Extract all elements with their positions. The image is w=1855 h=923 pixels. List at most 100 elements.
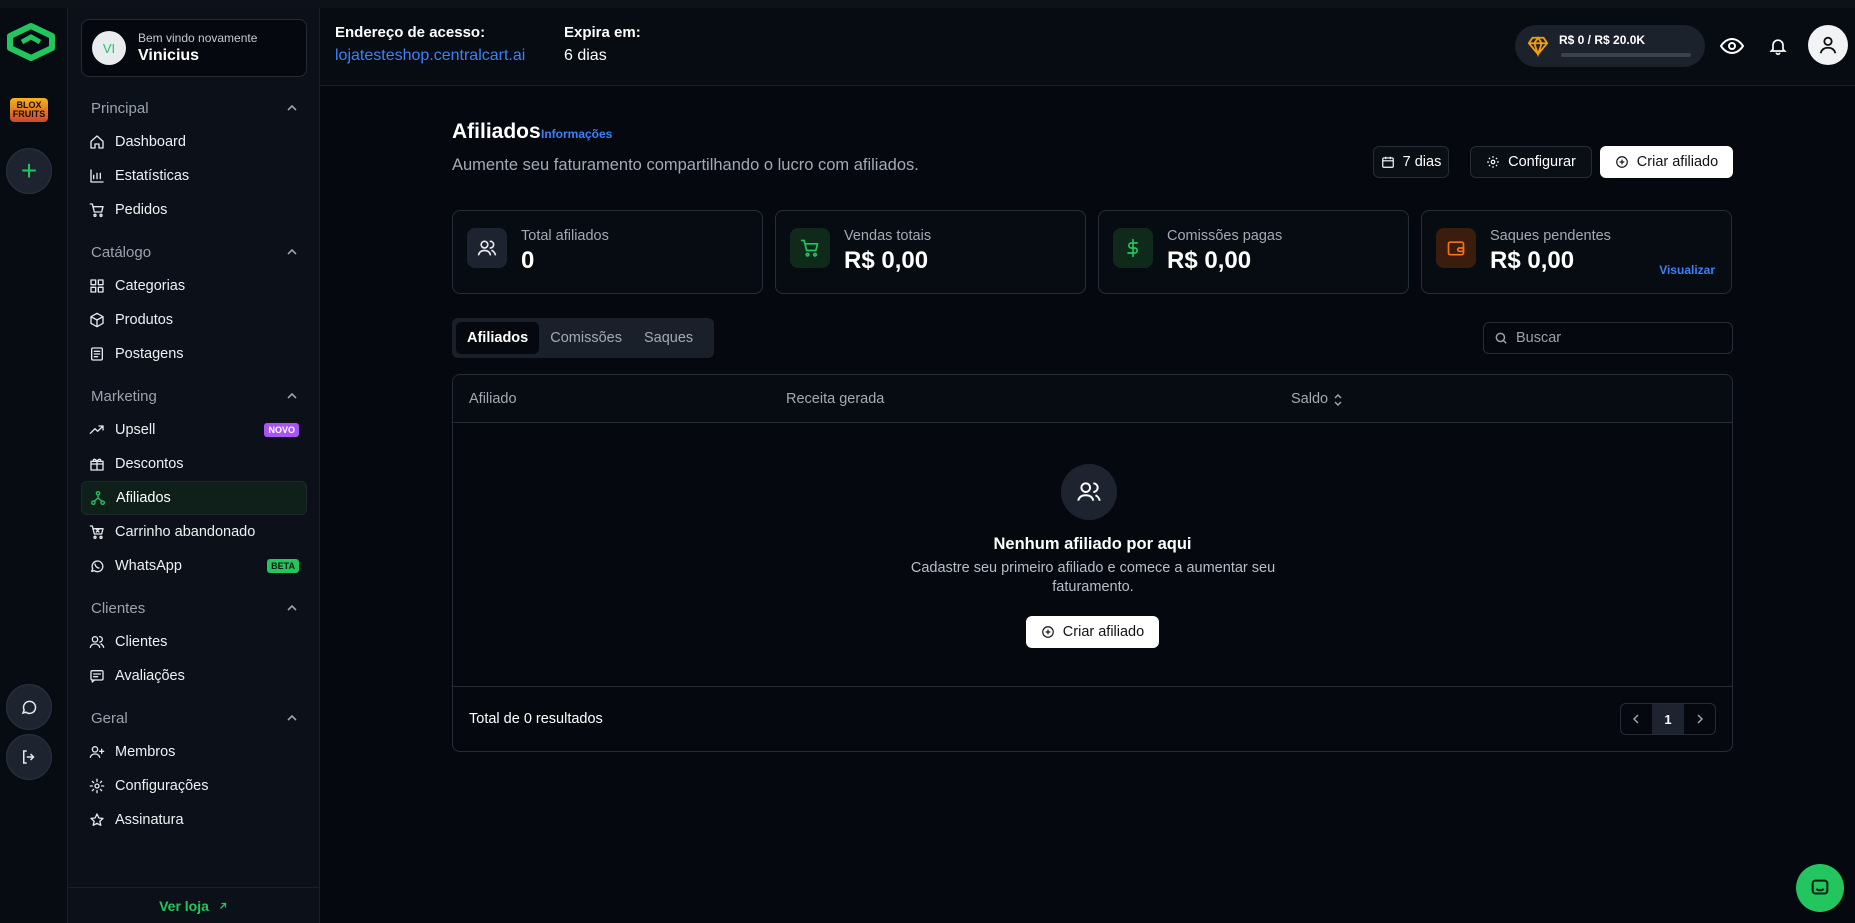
stat-value: R$ 0,00 [1167,247,1252,274]
stat-card-saques-pendentes: Saques pendentes R$ 0,00 Visualizar [1421,210,1732,294]
sidebar-item-descontos[interactable]: Descontos [81,447,307,481]
cart-icon [800,239,819,257]
chat-icon [21,700,37,715]
section-header-geral[interactable]: Geral [81,701,307,735]
next-page-button[interactable] [1684,704,1715,734]
current-page[interactable]: 1 [1652,704,1684,734]
sidebar-item-estatísticas[interactable]: Estatísticas [81,159,307,193]
beta-badge: BETA [267,559,299,573]
home-icon [90,135,104,149]
sidebar-item-label: Upsell [115,422,156,438]
sidebar-item-avaliações[interactable]: Avaliações [81,659,307,693]
sidebar-item-produtos[interactable]: Produtos [81,303,307,337]
column-balance[interactable]: Saldo [1291,391,1328,407]
message-icon [1811,879,1829,895]
plan-progress-bar [1561,53,1691,57]
tab-saques[interactable]: Saques [633,322,704,354]
sidebar-item-pedidos[interactable]: Pedidos [81,193,307,227]
create-affiliate-button[interactable]: Criar afiliado [1600,146,1733,178]
section-header-principal[interactable]: Principal [81,91,307,125]
sidebar-item-whatsapp[interactable]: WhatsApp BETA [81,549,307,583]
logout-button[interactable] [6,734,52,780]
trending-icon [89,425,104,434]
sidebar-item-assinatura[interactable]: Assinatura [81,803,307,837]
sidebar-item-label: Carrinho abandonado [115,524,256,540]
cart-x-icon [89,525,104,539]
diamond-icon [1527,36,1549,57]
stat-icon-box [1113,228,1153,268]
section-title: Principal [91,99,149,117]
stat-value: 0 [521,247,535,274]
empty-create-affiliate-button[interactable]: Criar afiliado [1026,616,1159,648]
support-chat-button[interactable] [1796,864,1844,912]
search-input[interactable] [1516,330,1716,346]
chevron-right-icon [1697,714,1704,724]
sidebar-item-categorias[interactable]: Categorias [81,269,307,303]
column-revenue[interactable]: Receita gerada [786,391,884,407]
view-withdrawals-link[interactable]: Visualizar [1659,263,1715,277]
access-address-link[interactable]: lojatesteshop.centralcart.ai [335,47,525,65]
empty-create-label: Criar afiliado [1062,624,1145,640]
stat-value: R$ 0,00 [1490,247,1575,274]
avatar: VI [92,31,126,65]
sidebar-item-label: Postagens [115,346,184,362]
info-link[interactable]: Informações [541,127,612,141]
sidebar-item-afiliados[interactable]: Afiliados [81,481,307,515]
period-button[interactable]: 7 dias [1373,146,1449,178]
plan-usage[interactable]: R$ 0 / R$ 20.0K [1515,25,1705,67]
store-game-logo[interactable]: BLOX FRUITS [10,98,48,122]
message-icon [90,670,104,683]
empty-description: Cadastre seu primeiro afiliado e comece … [910,560,1276,595]
user-icon [1819,36,1837,54]
table-header: Afiliado Receita gerada Saldo [453,375,1732,423]
expiration: Expira em: 6 dias [564,24,641,65]
eye-icon[interactable] [1720,34,1744,58]
sort-icon[interactable] [1333,394,1343,406]
page-subtitle: Aumente seu faturamento compartilhando o… [452,156,919,174]
sidebar-item-configurações[interactable]: Configurações [81,769,307,803]
sidebar-item-label: Estatísticas [115,168,190,184]
tab-comissões[interactable]: Comissões [539,322,633,354]
users-icon [89,636,105,648]
column-affiliate[interactable]: Afiliado [469,391,517,407]
sidebar-item-dashboard[interactable]: Dashboard [81,125,307,159]
sidebar-item-label: Afiliados [116,490,171,506]
section-header-marketing[interactable]: Marketing [81,379,307,413]
empty-users-icon [1061,464,1117,520]
add-store-button[interactable]: + [6,148,52,194]
sidebar-item-upsell[interactable]: Upsell NOVO [81,413,307,447]
main-content: Afiliados Informações Aumente seu fatura… [320,86,1855,923]
chevron-up-icon [287,104,297,111]
sidebar-item-clientes[interactable]: Clientes [81,625,307,659]
prev-page-button[interactable] [1621,704,1652,734]
grid-icon [90,279,104,293]
sidebar: VI Bem vindo novamente Vinicius Principa… [68,8,320,923]
plus-circle-icon [1615,156,1628,168]
section-header-clientes[interactable]: Clientes [81,591,307,625]
sidebar-item-label: Avaliações [115,668,185,684]
sidebar-item-membros[interactable]: Membros [81,735,307,769]
top-strip [0,0,1855,8]
tab-afiliados[interactable]: Afiliados [456,322,540,354]
section-header-catálogo[interactable]: Catálogo [81,235,307,269]
sidebar-item-carrinho-abandonado[interactable]: Carrinho abandonado [81,515,307,549]
bell-icon[interactable] [1768,36,1788,56]
user-plus-icon [89,746,105,758]
user-card[interactable]: VI Bem vindo novamente Vinicius [81,19,307,77]
chevron-up-icon [287,248,297,255]
affiliates-table: Afiliado Receita gerada Saldo Nenhum afi… [452,374,1733,752]
network-icon [91,491,105,505]
star-icon [90,813,104,826]
expiration-label: Expira em: [564,24,641,41]
configure-button[interactable]: Configurar [1470,146,1592,178]
view-store-link[interactable]: Ver loja [68,887,320,923]
brand-logo-icon[interactable] [4,22,58,62]
sidebar-item-postagens[interactable]: Postagens [81,337,307,371]
sidebar-item-label: Configurações [115,778,209,794]
total-results: Total de 0 resultados [469,711,603,727]
profile-avatar[interactable] [1808,25,1848,65]
chat-button[interactable] [6,684,52,730]
search-field[interactable] [1483,322,1733,354]
